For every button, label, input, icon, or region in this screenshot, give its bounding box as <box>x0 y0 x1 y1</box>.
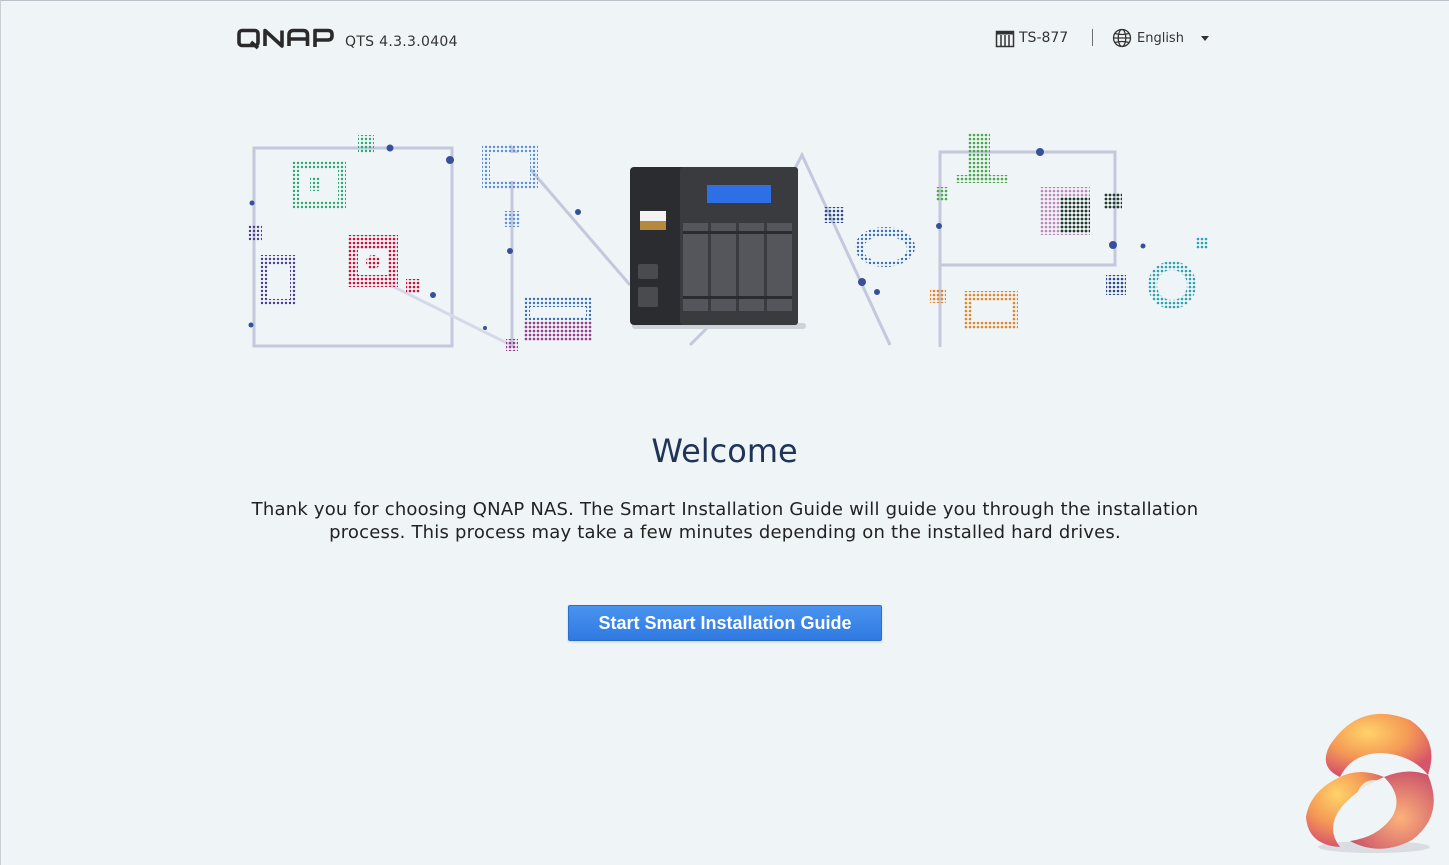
firmware-version: QTS 4.3.3.0404 <box>345 34 458 50</box>
nas-device-graphic <box>630 167 806 329</box>
start-installation-button[interactable]: Start Smart Installation Guide <box>568 605 882 641</box>
welcome-description: Thank you for choosing QNAP NAS. The Sma… <box>251 499 1199 543</box>
qnap-logo <box>237 27 335 51</box>
device-model: TS-877 <box>995 28 1068 48</box>
language-selector[interactable]: English <box>1112 27 1209 49</box>
header-bar: QTS 4.3.3.0404 TS-877 English <box>0 0 1449 80</box>
nas-device-icon <box>995 28 1015 48</box>
device-model-label: TS-877 <box>1019 30 1069 46</box>
language-label: English <box>1137 30 1184 46</box>
globe-icon <box>1112 28 1132 48</box>
welcome-title: Welcome <box>651 432 798 470</box>
watermark-logo-icon <box>1300 705 1445 855</box>
qnap-hero-illustration <box>240 125 1220 365</box>
header-divider <box>1092 29 1093 46</box>
caret-down-icon[interactable] <box>1200 35 1209 41</box>
